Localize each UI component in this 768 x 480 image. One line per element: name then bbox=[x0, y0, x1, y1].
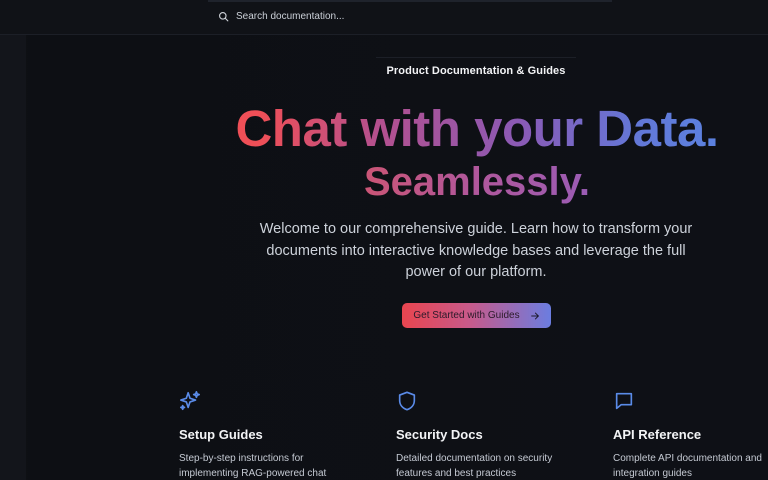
feature-security-docs[interactable]: Security Docs Detailed documentation on … bbox=[396, 390, 576, 480]
sparkles-icon bbox=[180, 391, 200, 411]
hero-badge: Product Documentation & Guides bbox=[376, 57, 576, 83]
search-input[interactable]: Search documentation... bbox=[218, 8, 344, 24]
hero-headline: Chat with your Data. bbox=[0, 99, 768, 159]
top-navigation-bar: Search documentation... bbox=[0, 0, 768, 35]
search-icon bbox=[219, 11, 229, 21]
shield-icon bbox=[398, 391, 416, 411]
feature-description: Complete API documentation and integrati… bbox=[613, 453, 762, 479]
feature-title: API Reference bbox=[613, 427, 702, 442]
feature-description: Detailed documentation on security featu… bbox=[396, 453, 553, 479]
get-started-button[interactable]: Get Started with Guides bbox=[402, 303, 551, 328]
arrow-right-icon bbox=[530, 312, 539, 319]
docs-landing-page: Search documentation... Product Document… bbox=[0, 0, 768, 480]
get-started-label: Get Started with Guides bbox=[413, 310, 520, 321]
search-placeholder[interactable]: Search documentation... bbox=[236, 11, 344, 22]
chat-bubble-icon bbox=[615, 392, 633, 410]
hero-subheadline: Seamlessly. bbox=[0, 156, 768, 208]
feature-api-reference[interactable]: API Reference Complete API documentation… bbox=[613, 390, 768, 480]
feature-description: Step-by-step instructions for implementi… bbox=[179, 453, 327, 479]
feature-title: Security Docs bbox=[396, 427, 483, 442]
feature-title: Setup Guides bbox=[179, 427, 263, 442]
feature-setup-guides[interactable]: Setup Guides Step-by-step instructions f… bbox=[179, 390, 359, 480]
hero-intro-text: Welcome to our comprehensive guide. Lear… bbox=[259, 221, 693, 280]
